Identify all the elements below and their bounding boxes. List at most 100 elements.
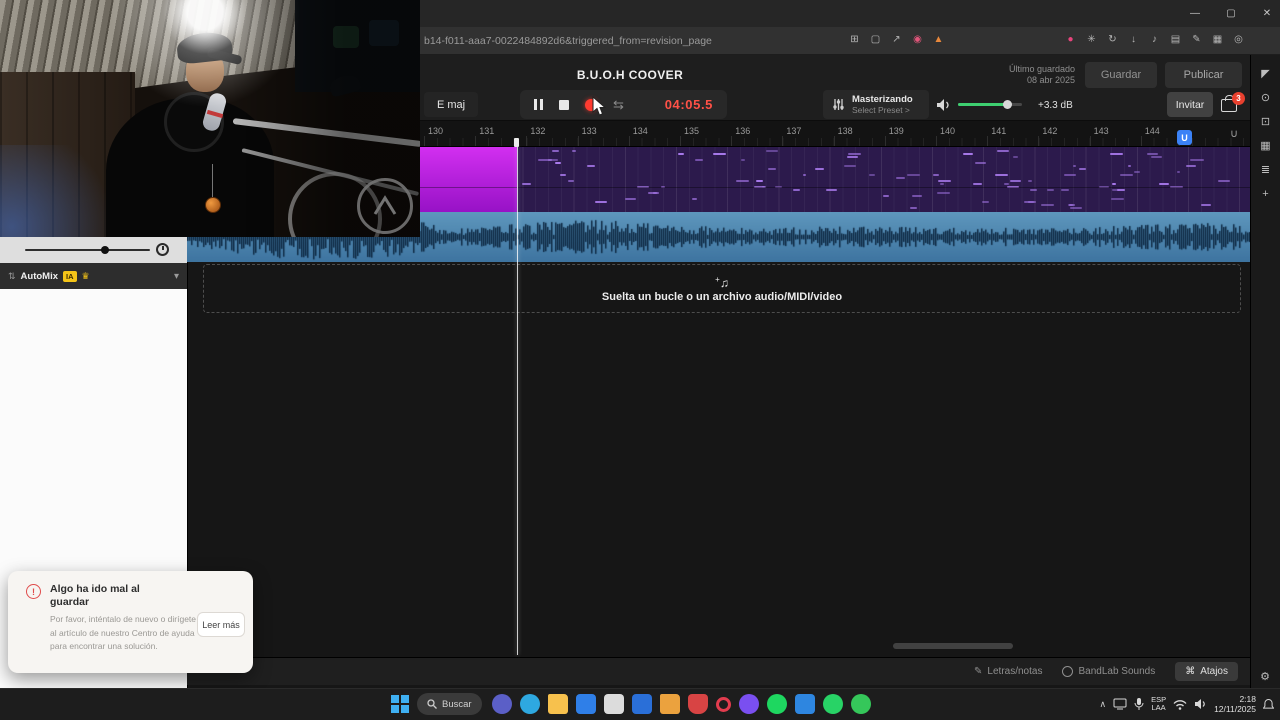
midi-note <box>740 159 746 161</box>
media-control-icon[interactable]: ♪ <box>1148 34 1161 45</box>
bandlab-sounds-icon <box>1062 666 1074 677</box>
webcam-overlay[interactable] <box>0 0 420 237</box>
automix-row[interactable]: ⇅ AutoMix IA ♛ ▾ <box>0 263 187 289</box>
taskbar-search[interactable]: Buscar <box>417 693 482 715</box>
taskbar-app-opera[interactable] <box>716 696 731 712</box>
ruler-label: 144 <box>1144 126 1160 136</box>
browser-mid-icons: ⊞ ▢ ↗ ◉ ▲ <box>848 34 945 45</box>
profile-avatar-icon[interactable]: ● <box>1064 34 1077 45</box>
taskbar-app-folder-orange[interactable] <box>660 694 680 714</box>
track-volume-slider[interactable] <box>25 249 150 251</box>
taskbar-app-store[interactable] <box>576 694 596 714</box>
pointer-tool-icon[interactable]: ◤ <box>1252 63 1280 85</box>
settings-gear-icon[interactable]: ⚙ <box>1251 666 1279 688</box>
taskbar-app-teams[interactable] <box>492 694 512 714</box>
video-icon[interactable]: ⊙ <box>1252 87 1280 109</box>
taskbar-clock[interactable]: 2:18 12/11/2025 <box>1214 694 1256 714</box>
sounds-label: BandLab Sounds <box>1078 666 1156 677</box>
extensions-icon[interactable]: ✳ <box>1085 34 1098 45</box>
ruler-label: 141 <box>991 126 1007 136</box>
warning-icon[interactable]: ▲ <box>932 34 945 45</box>
collections-icon[interactable]: ▦ <box>1211 34 1224 45</box>
minimize-button[interactable]: — <box>1185 8 1205 19</box>
save-button[interactable]: Guardar <box>1085 62 1157 88</box>
history-icon[interactable]: ↻ <box>1106 34 1119 45</box>
ruler-tick <box>577 136 579 146</box>
taskbar-app-shield-red[interactable] <box>688 694 708 714</box>
midi-note <box>826 189 838 191</box>
downloads-icon[interactable]: ↓ <box>1127 34 1140 45</box>
ruler-label: 140 <box>940 126 956 136</box>
chevron-down-icon[interactable]: ▾ <box>174 271 179 282</box>
share-icon[interactable]: ↗ <box>890 34 903 45</box>
notification-bell-icon[interactable] <box>1263 698 1274 711</box>
lyrics-button[interactable]: ✎ Letras/notas <box>974 666 1042 677</box>
volume-tray-icon[interactable] <box>1194 698 1207 710</box>
midi-note <box>1127 165 1131 167</box>
close-button[interactable]: ✕ <box>1257 8 1277 19</box>
taskbar-app-whatsapp[interactable] <box>823 694 843 714</box>
maximize-button[interactable]: ▢ <box>1221 8 1241 19</box>
taskbar-app-app-green[interactable] <box>851 694 871 714</box>
midi-track-region[interactable] <box>420 147 1250 212</box>
taskbar-app-mail[interactable] <box>632 694 652 714</box>
snap-icon[interactable]: ∪ <box>1230 127 1238 140</box>
midi-note <box>994 174 1009 176</box>
stopwatch-icon[interactable] <box>156 243 169 256</box>
taskbar-app-app-blue[interactable] <box>795 694 815 714</box>
display-icon[interactable]: ⊡ <box>1252 111 1280 133</box>
key-signature-button[interactable]: E maj <box>424 92 478 117</box>
track-volume-knob[interactable] <box>101 246 109 254</box>
loop-button[interactable]: ⇆ <box>613 98 624 111</box>
midi-note <box>1147 153 1159 155</box>
find-icon[interactable]: ◎ <box>1232 34 1245 45</box>
url-text[interactable]: b14-f011-aaa7-0022484892d6&triggered_fro… <box>424 35 824 47</box>
cast-icon[interactable] <box>1113 698 1127 710</box>
invite-button[interactable]: Invitar <box>1167 92 1213 117</box>
collaborator-badge[interactable]: U <box>1177 130 1192 145</box>
apps-grid-icon[interactable]: ⊞ <box>848 34 861 45</box>
read-more-button[interactable]: Leer más <box>197 612 245 637</box>
shortcuts-button[interactable]: ⌘ Atajos <box>1175 662 1238 681</box>
language-indicator[interactable]: ESP LAA <box>1151 695 1166 713</box>
wifi-icon[interactable] <box>1173 699 1187 710</box>
mic-tray-icon[interactable] <box>1134 697 1144 711</box>
publish-button[interactable]: Publicar <box>1165 62 1242 88</box>
taskbar-app-edge[interactable] <box>520 694 540 714</box>
taskbar-app-file-explorer[interactable] <box>548 694 568 714</box>
playhead-marker[interactable] <box>514 138 519 147</box>
midi-note <box>869 174 875 176</box>
midi-note <box>587 165 595 167</box>
tab-preview-icon[interactable]: ▢ <box>869 34 882 45</box>
midi-note <box>1120 174 1134 176</box>
midi-note <box>765 150 778 152</box>
sounds-button[interactable]: BandLab Sounds <box>1062 666 1155 677</box>
search-label: Buscar <box>442 698 472 710</box>
tray-chevron-up-icon[interactable]: ∧ <box>1099 699 1106 710</box>
adblock-badge-icon[interactable]: ◉ <box>911 34 924 45</box>
speaker-icon[interactable] <box>936 98 952 112</box>
add-track-icon[interactable]: + <box>1252 183 1280 205</box>
mixer-icon[interactable]: ≣ <box>1252 159 1280 181</box>
taskbar-app-app-light[interactable] <box>604 694 624 714</box>
midi-note <box>1111 198 1124 200</box>
midi-note <box>1218 180 1230 182</box>
file-dropzone[interactable]: +♫ Suelta un bucle o un archivo audio/MI… <box>203 264 1241 313</box>
pause-button[interactable] <box>534 99 543 110</box>
piano-icon[interactable]: ▦ <box>1252 135 1280 157</box>
horizontal-scrollbar[interactable] <box>893 643 1013 649</box>
master-volume-knob[interactable] <box>1003 100 1012 109</box>
midi-note <box>938 180 952 182</box>
mastering-button[interactable]: Masterizando Select Preset > <box>823 90 929 119</box>
playhead-line[interactable] <box>517 147 518 655</box>
notes-icon[interactable]: ✎ <box>1190 34 1203 45</box>
time-display: 04:05.5 <box>664 97 713 112</box>
start-button[interactable] <box>391 695 409 713</box>
sidebar-icon[interactable]: ▤ <box>1169 34 1182 45</box>
stop-button[interactable] <box>559 99 569 110</box>
ruler-tick <box>1140 136 1142 146</box>
taskbar-app-spotify[interactable] <box>767 694 787 714</box>
transport-bar: ⇆ 04:05.5 <box>520 90 727 119</box>
midi-note <box>847 156 858 158</box>
taskbar-app-app-purple[interactable] <box>739 694 759 714</box>
